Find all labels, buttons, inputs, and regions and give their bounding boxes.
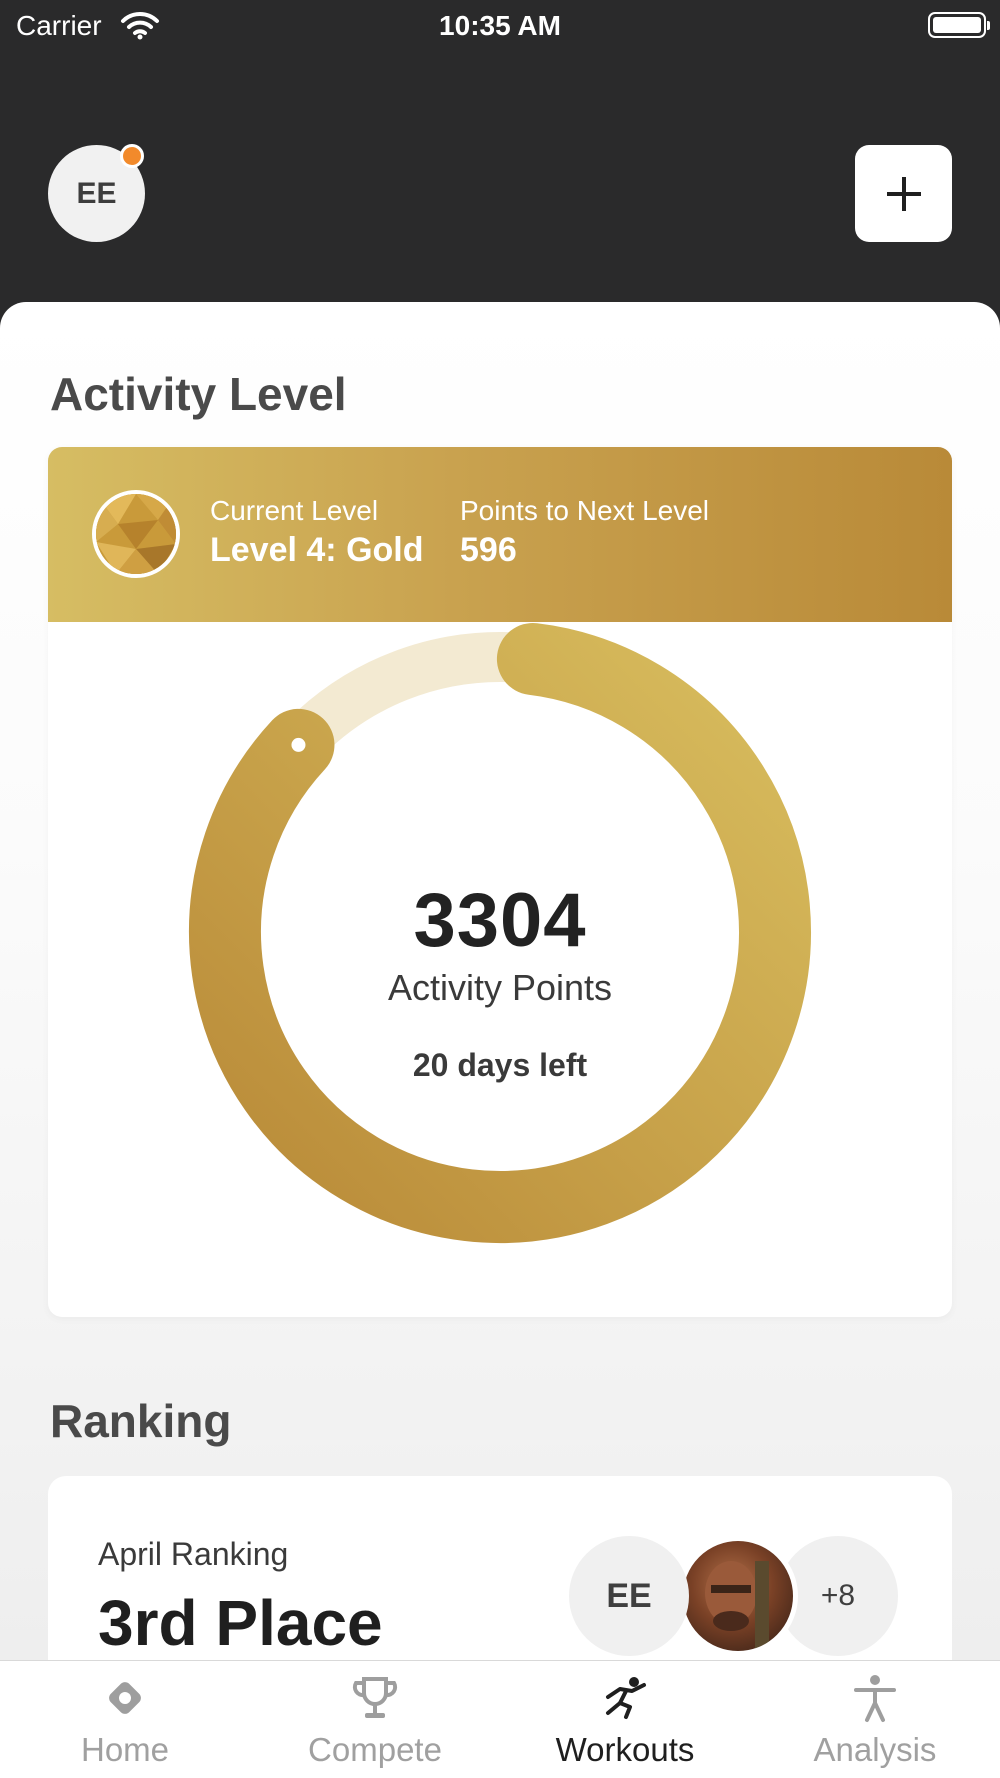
- ranking-place: 3rd Place: [98, 1587, 383, 1659]
- activity-level-title: Activity Level: [50, 368, 347, 420]
- ranking-avatar-ee: EE: [569, 1536, 689, 1656]
- tab-home[interactable]: Home: [0, 1661, 250, 1778]
- participant-photo-avatar: [678, 1536, 798, 1656]
- tab-compete-label: Compete: [308, 1731, 442, 1768]
- more-count: +8: [820, 1579, 856, 1612]
- header: EE: [0, 52, 1000, 302]
- activity-level-card[interactable]: Current Level Level 4: Gold Points to Ne…: [48, 447, 952, 1317]
- home-icon: [109, 1682, 141, 1714]
- activity-points-label: Activity Points: [387, 967, 613, 1008]
- tab-workouts-label: Workouts: [555, 1731, 695, 1768]
- tab-workouts[interactable]: Workouts: [500, 1661, 750, 1778]
- ranking-avatar-initials: EE: [606, 1576, 652, 1615]
- avatar-initials: EE: [76, 176, 117, 210]
- tab-home-label: Home: [80, 1731, 170, 1768]
- ranking-title: Ranking: [50, 1395, 232, 1447]
- ring-end-dot: [291, 737, 306, 752]
- person-icon: [854, 1675, 896, 1722]
- level-banner: Current Level Level 4: Gold Points to Ne…: [48, 447, 952, 622]
- ranking-month-label: April Ranking: [98, 1536, 289, 1572]
- current-level-value: Level 4: Gold: [210, 531, 424, 569]
- plus-icon: [886, 176, 921, 211]
- gold-medal-icon: [92, 490, 180, 578]
- notification-dot: [120, 144, 144, 168]
- next-level-value: 596: [460, 531, 517, 569]
- workout-runner-icon: [606, 1677, 646, 1719]
- current-level-block: Current Level Level 4: Gold: [210, 495, 424, 570]
- trophy-icon: [352, 1677, 398, 1718]
- main-sheet: Activity Level Current Level Level 4: Go…: [0, 302, 1000, 1662]
- add-button[interactable]: [855, 145, 952, 242]
- tab-bar: Home Compete Workouts Analysis: [0, 1660, 1000, 1778]
- next-level-block: Points to Next Level 596: [460, 495, 709, 570]
- battery-icon: [928, 12, 990, 38]
- tab-compete[interactable]: Compete: [250, 1661, 500, 1778]
- tab-analysis[interactable]: Analysis: [750, 1661, 1000, 1778]
- next-level-label: Points to Next Level: [460, 495, 710, 526]
- activity-points-value: 3304: [413, 878, 587, 963]
- ranking-card[interactable]: April Ranking 3rd Place +8 EE: [48, 1476, 952, 1662]
- days-left-label: 20 days left: [412, 1047, 588, 1083]
- tab-analysis-label: Analysis: [813, 1731, 937, 1768]
- current-level-label: Current Level: [210, 495, 379, 526]
- clock: 10:35 AM: [439, 10, 561, 41]
- status-bar: Carrier 10:35 AM: [0, 0, 1000, 52]
- activity-ring: 3304 Activity Points 20 days left: [48, 622, 952, 1317]
